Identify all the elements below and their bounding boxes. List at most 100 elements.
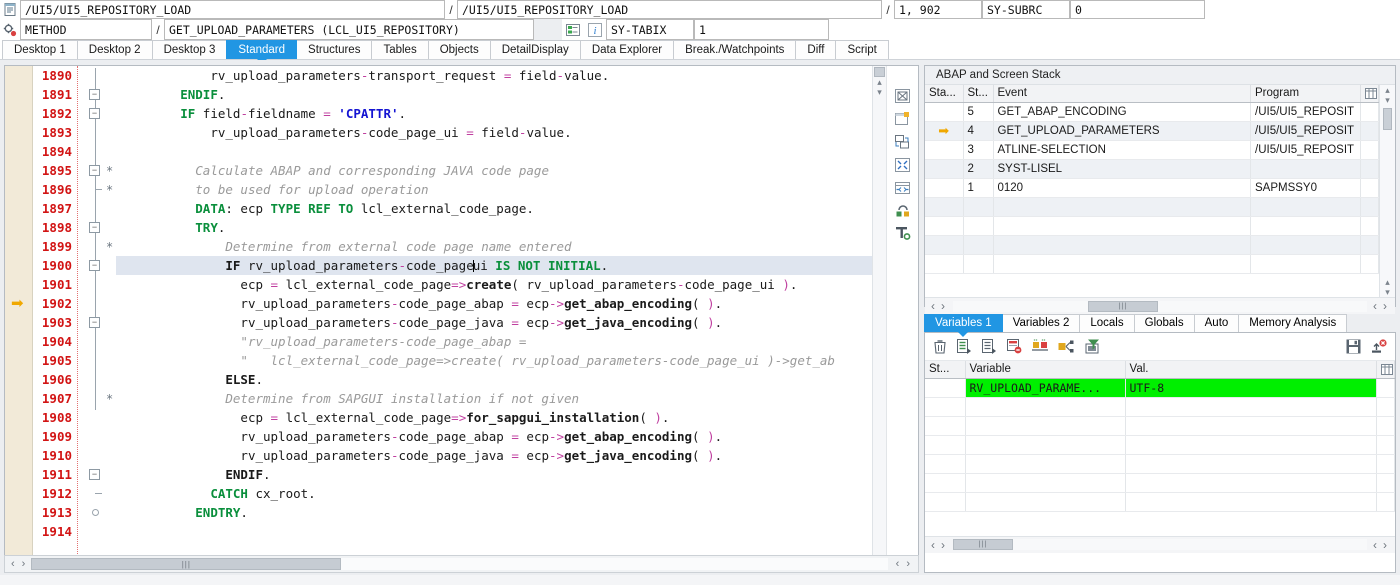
code-line[interactable]: IF field-fieldname = 'CPATTR'. xyxy=(116,104,872,123)
tab-desktop-1[interactable]: Desktop 1 xyxy=(2,40,78,59)
stack-cell-event[interactable] xyxy=(993,197,1251,217)
exchange-icon[interactable] xyxy=(894,134,911,149)
compare-icon[interactable] xyxy=(1032,339,1048,354)
variables-cell-value[interactable] xyxy=(1125,454,1377,474)
tab-structures[interactable]: Structures xyxy=(296,40,373,59)
editor-scroll-down-arrow[interactable]: ▾ xyxy=(877,87,882,97)
variables-hscroll-thumb[interactable]: ||| xyxy=(953,539,1013,550)
variables-tab-variables-2[interactable]: Variables 2 xyxy=(1001,314,1081,332)
code-line[interactable]: Determine from external code page name e… xyxy=(116,237,872,256)
editor-vertical-scrollbar[interactable]: ▴ ▾ ▴ ▾ xyxy=(872,66,886,572)
program-field-2[interactable]: /UI5/UI5_REPOSITORY_LOAD xyxy=(457,0,882,19)
tab-objects[interactable]: Objects xyxy=(427,40,491,59)
variables-cell-name[interactable]: RV_UPLOAD_PARAME... xyxy=(965,378,1126,398)
stack-row[interactable] xyxy=(925,216,1379,236)
insert-row-icon[interactable] xyxy=(957,339,972,354)
code-line[interactable]: ecp = lcl_external_code_page=>for_sapgui… xyxy=(116,408,872,427)
settings-tools-icon[interactable] xyxy=(894,226,911,241)
code-line[interactable]: " lcl_external_code_page=>create( rv_upl… xyxy=(116,351,872,370)
info-icon[interactable]: i xyxy=(584,19,606,40)
code-line[interactable]: rv_upload_parameters-code_page_ui = fiel… xyxy=(116,123,872,142)
code-line[interactable]: rv_upload_parameters - transport_request =… xyxy=(116,66,872,85)
code-line[interactable]: rv_upload_parameters-code_page_abap = ec… xyxy=(116,294,872,313)
variables-cell-value[interactable] xyxy=(1125,416,1377,436)
insert-row-below-icon[interactable] xyxy=(982,339,997,354)
code-line[interactable]: ENDTRY. xyxy=(116,503,872,522)
line-number-field[interactable]: 1, 902 xyxy=(894,0,982,19)
variables-hscroll-track[interactable]: ||| xyxy=(953,539,1367,550)
editor-horizontal-scrollbar[interactable]: ‹ › ||| ‹ › xyxy=(4,555,919,573)
editor-scroll-thumb[interactable] xyxy=(874,67,885,77)
stack-hscroll-left-arrow[interactable]: ‹ xyxy=(925,299,941,313)
code-line[interactable]: ENDIF. xyxy=(116,85,872,104)
lock-icon[interactable] xyxy=(894,203,911,218)
close-variable-icon[interactable] xyxy=(1371,339,1387,354)
tab-data-explorer[interactable]: Data Explorer xyxy=(579,40,675,59)
stack-cell-event[interactable] xyxy=(993,254,1251,274)
stack-row[interactable] xyxy=(925,254,1379,274)
layout-icon[interactable] xyxy=(894,88,911,103)
fold-toggle-icon[interactable]: − xyxy=(89,260,100,271)
editor-hscroll-thumb[interactable]: ||| xyxy=(31,558,342,570)
code-line[interactable]: ELSE. xyxy=(116,370,872,389)
editor-hscroll-arrows-right[interactable]: ‹ › xyxy=(888,558,918,570)
variables-cell-name[interactable] xyxy=(965,492,1126,512)
stack-cell-program[interactable] xyxy=(1250,197,1361,217)
delete-row-icon[interactable] xyxy=(1007,339,1022,354)
editor-hscroll-left-arrow-2[interactable]: ‹ xyxy=(896,558,900,570)
stack-hscroll-left-arrow-2[interactable]: ‹ xyxy=(1367,299,1383,313)
stack-row[interactable]: ➡ 4 GET_UPLOAD_PARAMETERS/UI5/UI5_REPOSIT xyxy=(925,121,1379,141)
code-text-area[interactable]: rv_upload_parameters-transport_request =… xyxy=(116,66,872,572)
stack-col-step[interactable]: St... xyxy=(963,85,994,103)
stack-hscroll-right-arrow[interactable]: › xyxy=(941,299,953,313)
stack-cell-event[interactable]: SYST-LISEL xyxy=(993,159,1251,179)
variables-row[interactable] xyxy=(925,473,1395,493)
variables-row[interactable]: RV_UPLOAD_PARAME... UTF-8 xyxy=(925,378,1395,398)
code-line[interactable]: DATA: ecp TYPE REF TO lcl_external_code_… xyxy=(116,199,872,218)
stack-row[interactable] xyxy=(925,235,1379,255)
stack-detail-icon[interactable] xyxy=(562,19,584,40)
fold-toggle-icon[interactable]: − xyxy=(89,165,100,176)
variables-row[interactable] xyxy=(925,492,1395,512)
editor-hscroll-left-arrow[interactable]: ‹ xyxy=(11,558,15,570)
variables-col-status[interactable]: St... xyxy=(925,361,966,379)
variables-hscroll-right-arrow[interactable]: › xyxy=(941,538,953,552)
fold-toggle-icon[interactable]: − xyxy=(89,108,100,119)
stack-scroll-down-arrow[interactable]: ▾ xyxy=(1385,95,1390,105)
variables-tab-variables-1[interactable]: Variables 1 xyxy=(924,314,1003,332)
stack-cell-event[interactable]: 0120 xyxy=(993,178,1251,198)
editor-hscroll-right-arrow[interactable]: › xyxy=(22,558,26,570)
variables-row[interactable] xyxy=(925,435,1395,455)
stack-cell-event[interactable]: GET_ABAP_ENCODING xyxy=(993,102,1251,122)
stack-row[interactable]: 1 0120 SAPMSSY0 xyxy=(925,178,1379,198)
sy-subrc-value[interactable]: 0 xyxy=(1070,0,1205,19)
stack-hscroll-track[interactable]: ||| xyxy=(953,300,1367,312)
stack-vertical-scrollbar[interactable]: ▴ ▾ ▴ ▾ xyxy=(1379,85,1395,297)
tab-desktop-2[interactable]: Desktop 2 xyxy=(76,40,153,59)
variables-cell-name[interactable] xyxy=(965,397,1126,417)
grid-config-icon[interactable] xyxy=(1360,85,1379,103)
stack-hscroll-right-arrow-2[interactable]: › xyxy=(1383,299,1395,313)
variables-cell-name[interactable] xyxy=(965,454,1126,474)
filter-icon[interactable] xyxy=(1084,339,1100,354)
stack-scroll-down-arrow-2[interactable]: ▾ xyxy=(1385,287,1390,297)
variables-cell-value[interactable]: UTF-8 xyxy=(1125,378,1377,398)
code-line[interactable]: TRY. xyxy=(116,218,872,237)
stack-cell-event[interactable]: ATLINE-SELECTION xyxy=(993,140,1251,160)
fullscreen-icon[interactable] xyxy=(894,157,911,172)
code-line[interactable]: Calculate ABAP and corresponding JAVA co… xyxy=(116,161,872,180)
stack-cell-program[interactable]: /UI5/UI5_REPOSIT xyxy=(1250,140,1361,160)
code-line[interactable]: rv_upload_parameters-code_page_java = ec… xyxy=(116,313,872,332)
code-line[interactable]: "rv_upload_parameters-code_page_abap = xyxy=(116,332,872,351)
stack-cell-program[interactable] xyxy=(1250,159,1361,179)
variables-hscroll-left-arrow-2[interactable]: ‹ xyxy=(1367,538,1383,552)
stack-cell-program[interactable]: /UI5/UI5_REPOSIT xyxy=(1250,102,1361,122)
structure-icon[interactable] xyxy=(1058,339,1074,354)
resize-icon[interactable] xyxy=(894,180,911,195)
variables-tab-locals[interactable]: Locals xyxy=(1079,314,1135,332)
variables-col-value[interactable]: Val. xyxy=(1125,361,1377,379)
stack-cell-program[interactable] xyxy=(1250,235,1361,255)
stack-col-event[interactable]: Event xyxy=(993,85,1251,103)
fold-toggle-icon[interactable]: − xyxy=(89,89,100,100)
stack-row[interactable]: 5 GET_ABAP_ENCODING/UI5/UI5_REPOSIT xyxy=(925,102,1379,122)
